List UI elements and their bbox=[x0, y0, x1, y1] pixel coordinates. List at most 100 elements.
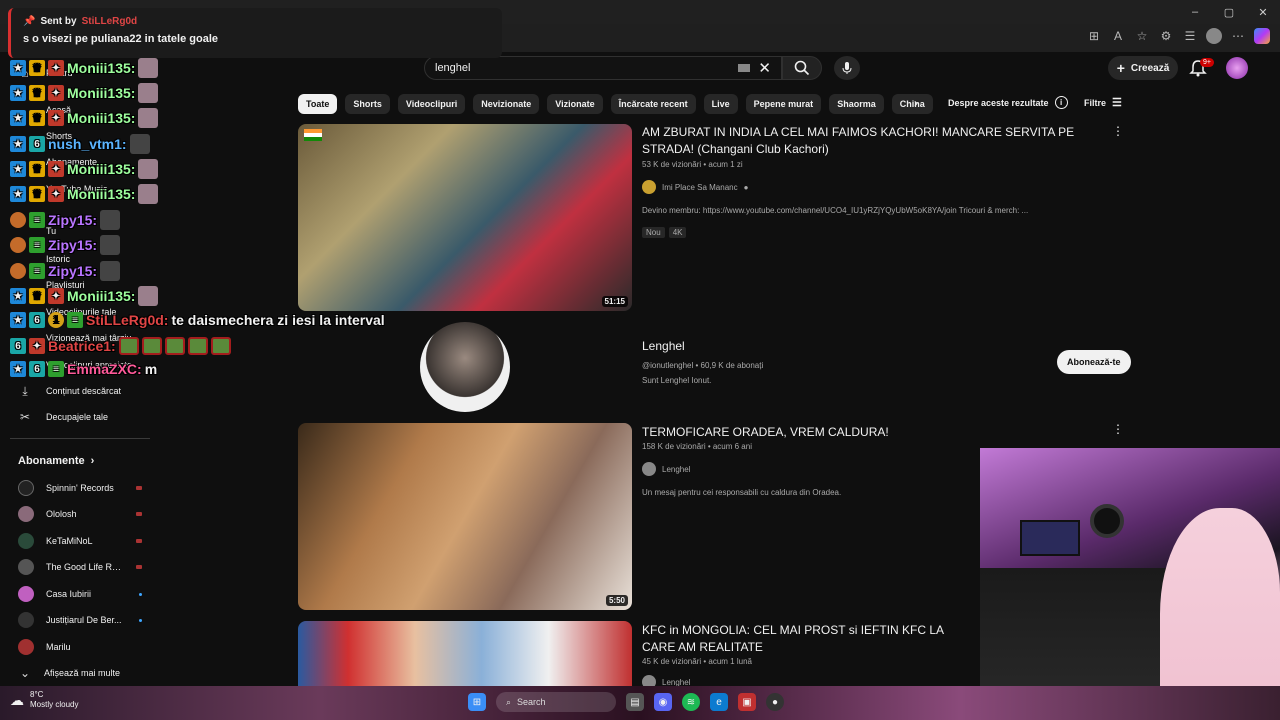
search-input[interactable] bbox=[435, 62, 739, 74]
chat-text: te daismechera zi iesi la interval bbox=[171, 312, 385, 328]
channel-description: Sunt Lenghel Ionut. bbox=[642, 376, 712, 385]
emote-icon bbox=[138, 286, 159, 306]
india-flag-icon bbox=[304, 129, 322, 141]
file-explorer-icon[interactable]: ▤ bbox=[626, 693, 644, 711]
sub-badge-icon: ✦ bbox=[48, 85, 64, 101]
clear-icon[interactable]: ✕ bbox=[758, 59, 771, 77]
chevron-right-icon[interactable]: › bbox=[914, 96, 918, 110]
obs-icon[interactable]: ● bbox=[766, 693, 784, 711]
copilot-icon[interactable] bbox=[1254, 28, 1270, 44]
subscription-item[interactable]: Justițiarul De Ber... bbox=[18, 612, 142, 628]
sidebar-item-clips[interactable]: ✂ Decupajele tale bbox=[18, 410, 108, 424]
subscription-item[interactable]: The Good Life Ra... bbox=[18, 559, 142, 575]
video-meta: 45 K de vizionări • acum 1 lună bbox=[642, 657, 752, 666]
voice-search-button[interactable] bbox=[834, 56, 860, 80]
search-box[interactable]: ✕ bbox=[424, 56, 782, 80]
chip-unwatched[interactable]: Nevizionate bbox=[473, 94, 540, 114]
download-icon: ⤓ bbox=[22, 383, 28, 398]
live-icon bbox=[136, 539, 142, 543]
notification-badge: 9+ bbox=[1200, 58, 1214, 67]
chat-message: ≡ Zipy15: bbox=[10, 235, 121, 255]
translate-icon[interactable]: A bbox=[1110, 28, 1126, 44]
weather-widget[interactable]: ☁ 8°C Mostly cloudy bbox=[10, 690, 78, 710]
chip-watched[interactable]: Vizionate bbox=[547, 94, 603, 114]
gift-badge-icon: ≡ bbox=[29, 263, 45, 279]
show-more-button[interactable]: ⌄ Afișează mai multe bbox=[18, 666, 142, 680]
discord-icon[interactable]: ◉ bbox=[654, 693, 672, 711]
prime-badge-icon: ★ bbox=[10, 361, 26, 377]
start-icon[interactable]: ⊞ bbox=[468, 693, 486, 711]
channel-avatar bbox=[18, 533, 34, 549]
maximize-button[interactable]: ▢ bbox=[1212, 0, 1246, 24]
divider bbox=[10, 438, 150, 439]
about-results[interactable]: Despre aceste rezultate i bbox=[948, 96, 1068, 109]
sub-badge-icon: ✦ bbox=[29, 338, 45, 354]
channel-meta: @ionutlenghel • 60,9 K de abonați bbox=[642, 361, 764, 370]
sidebar-item-label: Decupajele tale bbox=[46, 412, 109, 422]
video-thumbnail[interactable] bbox=[298, 621, 632, 686]
spotify-icon[interactable]: ≋ bbox=[682, 693, 700, 711]
subscription-item[interactable]: Ololosh bbox=[18, 506, 142, 522]
search-button[interactable] bbox=[782, 56, 822, 80]
prime-badge-icon: ★ bbox=[10, 60, 26, 76]
chip-pepene[interactable]: Pepene murat bbox=[745, 94, 822, 114]
video-title[interactable]: AM ZBURAT IN INDIA LA CEL MAI FAIMOS KAC… bbox=[642, 124, 1082, 158]
taskbar-search[interactable]: ⌕ Search bbox=[496, 692, 616, 712]
video-thumbnail[interactable]: 5:50 bbox=[298, 423, 632, 610]
sent-notice-popup: 📌 Sent by StiLLeRg0d s o visezi pe pulia… bbox=[8, 8, 502, 58]
subscription-item[interactable]: Casa Iubirii bbox=[18, 586, 142, 602]
video-title[interactable]: KFC in MONGOLIA: CEL MAI PROST si IEFTIN… bbox=[642, 622, 980, 656]
channel-avatar-large[interactable] bbox=[420, 322, 510, 412]
subscription-item[interactable]: Spinnin' Records bbox=[18, 480, 142, 496]
filters-button[interactable]: Filtre ☰ bbox=[1084, 96, 1122, 109]
apps-icon[interactable]: ⊞ bbox=[1086, 28, 1102, 44]
create-button[interactable]: + Creează bbox=[1108, 56, 1178, 80]
video-channel[interactable]: Imi Place Sa Mananc ● bbox=[642, 180, 748, 194]
account-avatar[interactable] bbox=[1226, 57, 1248, 79]
window-controls: – ▢ ✕ bbox=[1178, 0, 1280, 24]
chip-live[interactable]: Live bbox=[703, 94, 738, 114]
channel-avatar bbox=[642, 180, 656, 194]
emote-icon bbox=[210, 337, 231, 355]
chip-recent[interactable]: Încărcate recent bbox=[610, 94, 696, 114]
chat-message: ★ ♛ ✦ Moniii135: bbox=[10, 159, 159, 179]
gift-badge-icon: ≡ bbox=[67, 312, 83, 328]
channel-avatar bbox=[18, 639, 34, 655]
subscriptions-heading[interactable]: Abonamente › bbox=[18, 455, 94, 467]
subscribe-button[interactable]: Abonează-te bbox=[1057, 350, 1131, 374]
sub-badge-icon: ✦ bbox=[48, 288, 64, 304]
channel-avatar bbox=[18, 506, 34, 522]
new-content-dot bbox=[139, 618, 142, 622]
chat-text: m bbox=[144, 361, 158, 377]
crown-badge-icon: ♛ bbox=[29, 110, 45, 126]
subscription-item[interactable]: KeTaMiNoL bbox=[18, 533, 142, 549]
sub-tenure-badge-icon: 6 bbox=[29, 136, 45, 152]
chat-message: 6 ✦ Beatrice1: bbox=[10, 337, 231, 355]
video-title[interactable]: TERMOFICARE ORADEA, VREM CALDURA! bbox=[642, 424, 972, 441]
fox-badge-icon bbox=[10, 263, 26, 279]
video-channel[interactable]: Lenghel bbox=[642, 462, 690, 476]
sidebar-item-downloads[interactable]: ⤓ Conținut descărcat bbox=[18, 384, 121, 398]
sub-tenure-badge-icon: 6 bbox=[29, 361, 45, 377]
edge-icon[interactable]: e bbox=[710, 693, 728, 711]
chip-shaorma[interactable]: Shaorma bbox=[829, 94, 884, 114]
profile-avatar[interactable] bbox=[1206, 28, 1222, 44]
more-vert-icon[interactable]: ⋮ bbox=[1112, 124, 1124, 138]
extensions-icon[interactable]: ⚙ bbox=[1158, 28, 1174, 44]
app-icon[interactable]: ▣ bbox=[738, 693, 756, 711]
more-vert-icon[interactable]: ⋮ bbox=[1112, 422, 1124, 436]
live-icon bbox=[136, 486, 142, 490]
close-window-button[interactable]: ✕ bbox=[1246, 0, 1280, 24]
collections-icon[interactable]: ☰ bbox=[1182, 28, 1198, 44]
more-menu-icon[interactable]: ⋯ bbox=[1230, 28, 1246, 44]
chip-china[interactable]: China bbox=[891, 94, 933, 114]
subscription-item[interactable]: Marilu bbox=[18, 639, 142, 655]
keyboard-icon[interactable] bbox=[738, 64, 751, 72]
tag-4k: 4K bbox=[668, 227, 687, 238]
chat-message: ★ ♛ ✦ Moniii135: bbox=[10, 58, 159, 78]
video-thumbnail[interactable]: 51:15 bbox=[298, 124, 632, 311]
minimize-button[interactable]: – bbox=[1178, 0, 1212, 24]
filters-label: Filtre bbox=[1084, 97, 1107, 108]
favorite-star-icon[interactable]: ☆ bbox=[1134, 28, 1150, 44]
channel-name[interactable]: Lenghel bbox=[642, 338, 685, 355]
